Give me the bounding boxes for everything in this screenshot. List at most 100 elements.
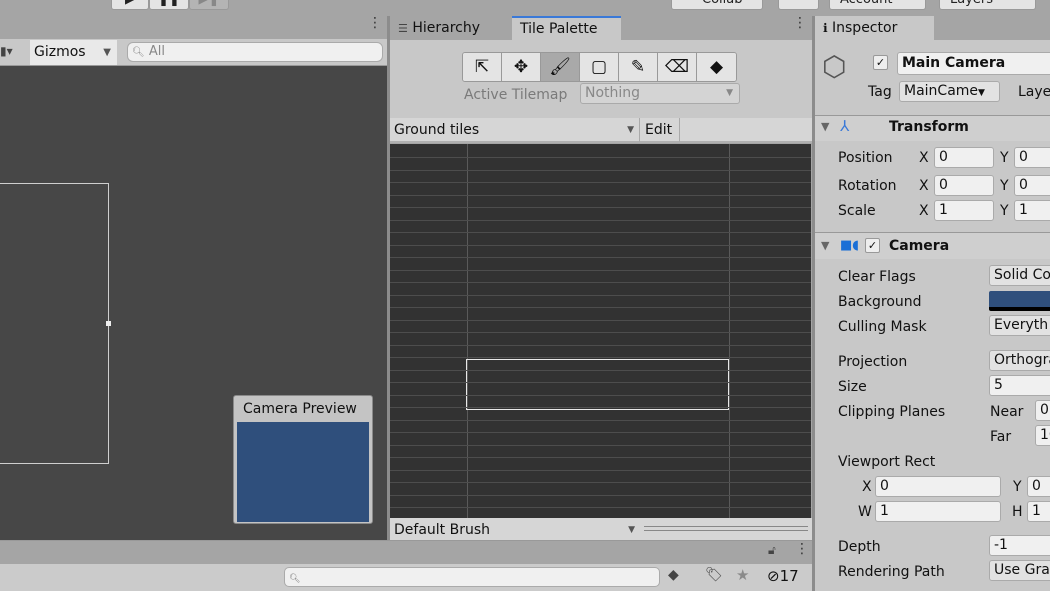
camera-icon: ■◖ bbox=[840, 238, 860, 253]
paint-brush-tool-icon[interactable]: 🖌︎ bbox=[541, 53, 580, 81]
grid-vline bbox=[467, 144, 468, 518]
camera-title: Camera bbox=[889, 238, 950, 254]
cloud-button[interactable] bbox=[778, 0, 819, 10]
chevron-down-icon: ▼ bbox=[628, 525, 635, 535]
camera-enabled-checkbox[interactable]: ✓ bbox=[865, 238, 880, 253]
active-checkbox[interactable]: ✓ bbox=[873, 55, 888, 70]
y-label: Y bbox=[1000, 150, 1009, 166]
brush-splitter[interactable] bbox=[644, 526, 808, 531]
foldout-arrow-icon[interactable]: ▼ bbox=[821, 239, 829, 252]
eye-slash-icon: ⊘ bbox=[767, 567, 780, 585]
collab-button[interactable]: Collab bbox=[671, 0, 763, 10]
box-fill-tool-icon[interactable]: ▢ bbox=[580, 53, 619, 81]
palette-menu-icon[interactable]: ⋮ bbox=[793, 16, 807, 30]
foldout-arrow-icon[interactable]: ▼ bbox=[821, 120, 829, 133]
object-name-input[interactable]: Main Camera bbox=[897, 52, 1050, 75]
y-label: Y bbox=[1000, 178, 1009, 194]
gameobject-cube-icon[interactable]: ⬡ bbox=[822, 50, 846, 83]
palette-dropdown[interactable]: Ground tiles ▼ bbox=[390, 118, 640, 142]
account-dropdown[interactable]: Account bbox=[829, 0, 926, 10]
x-label: X bbox=[919, 178, 929, 194]
active-tilemap-dropdown[interactable]: Nothing ▼ bbox=[580, 83, 740, 104]
grid-hline bbox=[390, 432, 811, 433]
grid-hline bbox=[390, 270, 811, 271]
info-icon: ℹ bbox=[823, 21, 828, 35]
grid-hline bbox=[390, 370, 811, 371]
near-input[interactable]: 0 bbox=[1035, 400, 1050, 421]
culling-mask-dropdown[interactable]: Everyth bbox=[989, 315, 1050, 336]
transform-icon: ⅄ bbox=[840, 117, 850, 135]
tab-hierarchy[interactable]: ☰ Hierarchy bbox=[390, 16, 488, 40]
rendering-path-dropdown[interactable]: Use Gra bbox=[989, 560, 1050, 581]
eyedropper-tool-icon[interactable]: ✎ bbox=[619, 53, 658, 81]
rotation-x-input[interactable]: 0 bbox=[934, 175, 994, 196]
favorites-star-icon[interactable]: ★ bbox=[736, 566, 749, 584]
grid-hline bbox=[390, 182, 811, 183]
depth-input[interactable]: -1 bbox=[989, 535, 1050, 556]
scale-x-input[interactable]: 1 bbox=[934, 200, 994, 221]
grid-vline bbox=[729, 144, 730, 518]
grid-hline bbox=[390, 232, 811, 233]
viewport-w-input[interactable]: 1 bbox=[875, 501, 1001, 522]
tag-dropdown[interactable]: MainCame▼ bbox=[899, 81, 1000, 102]
layers-dropdown[interactable]: Layers bbox=[939, 0, 1036, 10]
hidden-count: 17 bbox=[779, 567, 799, 585]
grid-hline bbox=[390, 482, 811, 483]
brush-dropdown[interactable]: Default Brush ▼ bbox=[390, 518, 640, 540]
viewport-y-input[interactable]: 0 bbox=[1027, 476, 1050, 497]
list-icon: ☰ bbox=[398, 22, 408, 35]
hidden-packages-toggle[interactable]: ⊘17 bbox=[767, 567, 799, 585]
scale-y-input[interactable]: 1 bbox=[1014, 200, 1050, 221]
filter-by-label-icon[interactable]: 🏷︎ bbox=[705, 567, 723, 583]
position-x-input[interactable]: 0 bbox=[934, 147, 994, 168]
viewport-x-input[interactable]: 0 bbox=[875, 476, 1001, 497]
scene-menu-icon[interactable]: ⋮ bbox=[368, 16, 382, 30]
search-icon: 🔍︎ bbox=[289, 574, 301, 584]
select-tool-icon[interactable]: ⇱ bbox=[463, 53, 502, 81]
grid-hline bbox=[390, 207, 811, 208]
gizmos-dropdown[interactable]: Gizmos ▼ bbox=[30, 40, 117, 65]
scale-label: Scale bbox=[838, 203, 876, 219]
scene-search-input[interactable]: 🔍︎ All bbox=[127, 42, 383, 62]
viewport-rect-label: Viewport Rect bbox=[838, 454, 936, 470]
scene-audio-toggle[interactable]: ▮▾ bbox=[0, 44, 13, 58]
x-label: X bbox=[862, 479, 872, 495]
grid-hline bbox=[390, 345, 811, 346]
flood-fill-tool-icon[interactable]: ◆ bbox=[697, 53, 736, 81]
palette-selection-box bbox=[466, 359, 729, 410]
projection-dropdown[interactable]: Orthogra bbox=[989, 350, 1050, 371]
grid-hline bbox=[390, 470, 811, 471]
eraser-tool-icon[interactable]: ⌫ bbox=[658, 53, 697, 81]
size-input[interactable]: 5 bbox=[989, 375, 1050, 396]
camera-preview-title: Camera Preview bbox=[243, 401, 357, 417]
step-button[interactable]: ▶❚ bbox=[189, 0, 229, 10]
project-menu-icon[interactable]: ⋮ bbox=[795, 542, 809, 556]
position-y-input[interactable]: 0 bbox=[1014, 147, 1050, 168]
pause-button[interactable]: ❚❚ bbox=[149, 0, 189, 10]
edit-palette-button[interactable]: Edit bbox=[641, 118, 680, 142]
rotation-label: Rotation bbox=[838, 178, 897, 194]
background-color-swatch[interactable] bbox=[989, 291, 1050, 311]
move-tool-icon[interactable]: ✥ bbox=[502, 53, 541, 81]
project-search-input[interactable]: 🔍︎ bbox=[284, 567, 660, 587]
tab-inspector[interactable]: ℹ Inspector bbox=[815, 16, 934, 40]
filter-by-type-icon[interactable]: ◆ bbox=[668, 567, 679, 583]
position-label: Position bbox=[838, 150, 893, 166]
tab-tile-palette[interactable]: Tile Palette bbox=[512, 16, 621, 40]
clear-flags-label: Clear Flags bbox=[838, 269, 916, 285]
grid-hline bbox=[390, 307, 811, 308]
lock-icon[interactable]: 🔓︎ bbox=[768, 543, 776, 558]
grid-hline bbox=[390, 420, 811, 421]
rotation-y-input[interactable]: 0 bbox=[1014, 175, 1050, 196]
grid-hline bbox=[390, 157, 811, 158]
grid-hline bbox=[390, 332, 811, 333]
clear-flags-dropdown[interactable]: Solid Co bbox=[989, 265, 1050, 286]
play-button[interactable]: ▶ bbox=[111, 0, 149, 10]
palette-grid[interactable] bbox=[390, 144, 811, 518]
grid-hline bbox=[390, 407, 811, 408]
chevron-down-icon: ▼ bbox=[627, 125, 634, 135]
far-input[interactable]: 10 bbox=[1035, 425, 1050, 446]
frustum-handle[interactable] bbox=[106, 321, 111, 326]
viewport-h-input[interactable]: 1 bbox=[1027, 501, 1050, 522]
grid-hline bbox=[390, 457, 811, 458]
